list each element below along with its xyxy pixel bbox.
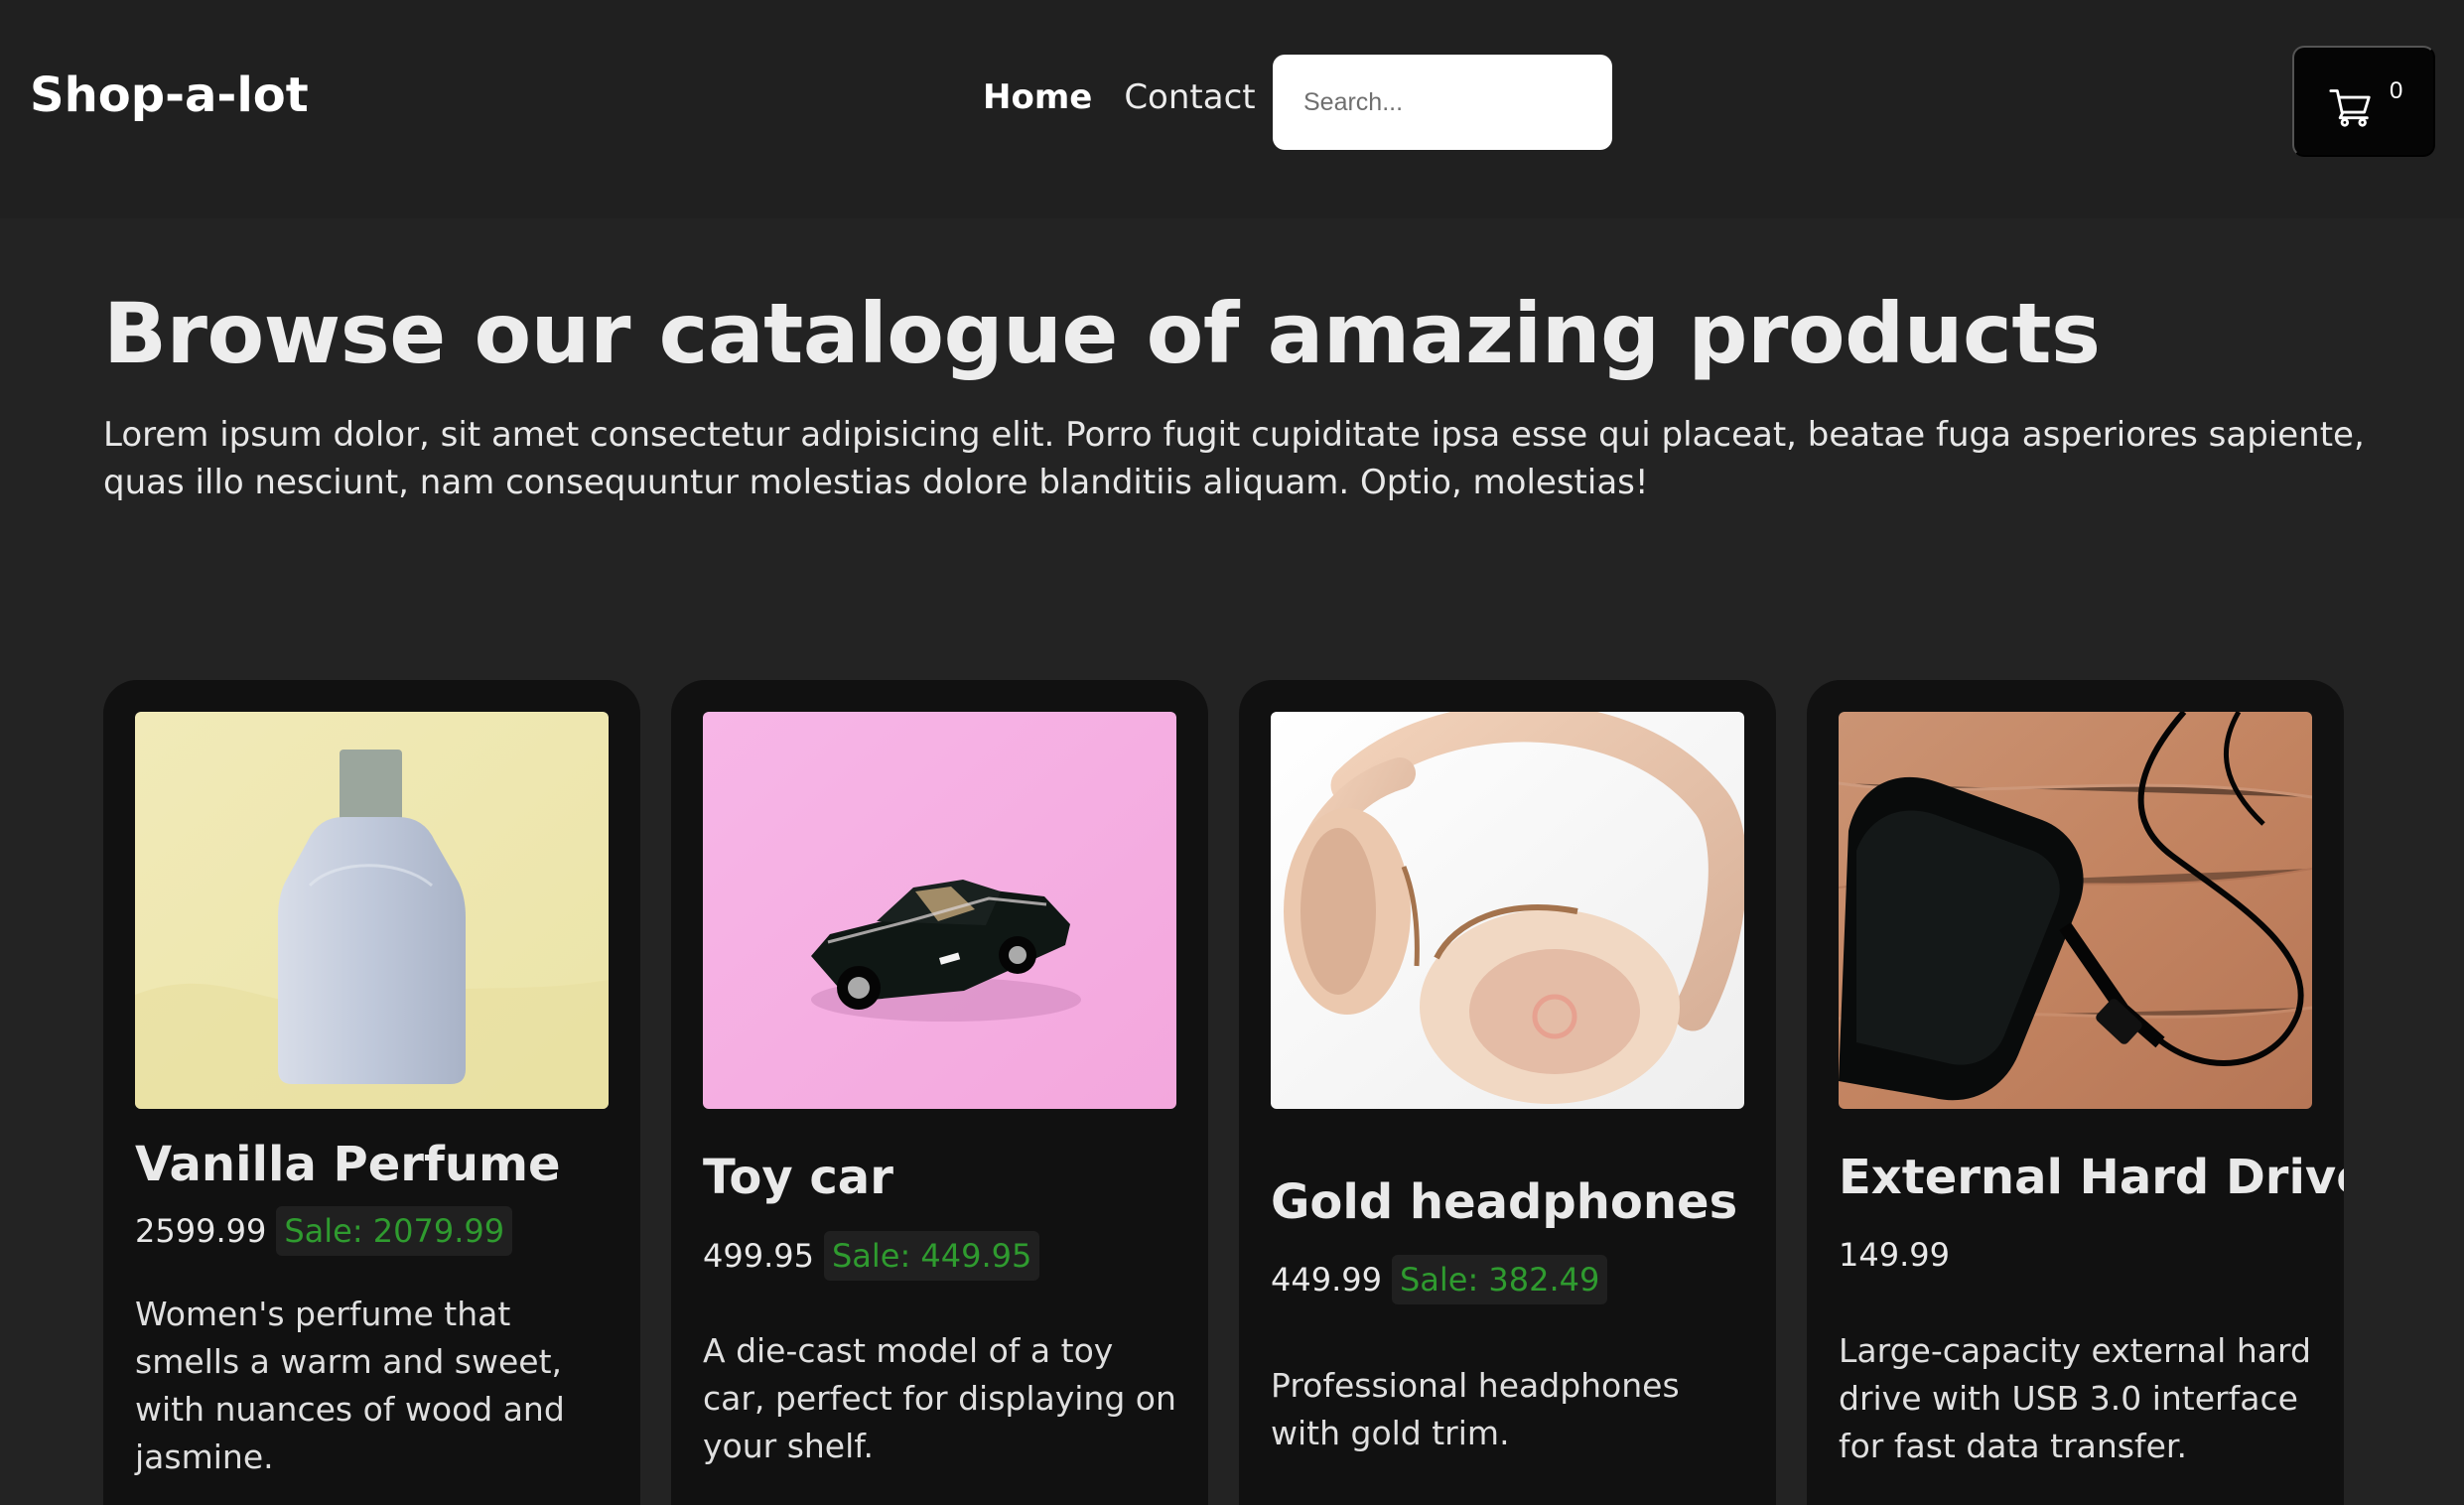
perfume-bottle-illustration	[135, 712, 609, 1109]
toy-car-illustration	[703, 712, 1176, 1109]
contact-link[interactable]: Contact	[1124, 77, 1255, 117]
regular-price: 499.95	[703, 1237, 814, 1275]
price-row: 449.99 Sale: 382.49	[1271, 1255, 1608, 1304]
product-description: Women's perfume that smells a warm and s…	[135, 1295, 565, 1476]
product-card-toy-car[interactable]: Toy car 499.95 Sale: 449.95 A die-cast m…	[671, 680, 1208, 1505]
cart-icon	[2329, 89, 2371, 127]
price-row: 2599.99 Sale: 2079.99	[135, 1206, 513, 1256]
perfume-bottle-image[interactable]	[135, 712, 609, 1109]
external-hard-drive-illustration	[1839, 712, 2312, 1109]
sale-price-badge: Sale: 2079.99	[276, 1206, 513, 1256]
cart-button[interactable]: 0	[2292, 46, 2435, 157]
toy-car-image[interactable]	[703, 712, 1176, 1109]
product-name[interactable]: Gold headphones	[1271, 1176, 1737, 1229]
hero-section: Browse our catalogue of amazing products…	[103, 290, 2377, 506]
shop-page: Shop-a-lot Home Contact 0 Browse our cat…	[0, 0, 2464, 1505]
product-description: A die-cast model of a toy car, perfect f…	[703, 1331, 1176, 1465]
product-name[interactable]: External Hard Drive	[1839, 1152, 2344, 1204]
main-navigation: Home Contact	[983, 77, 1256, 117]
home-link[interactable]: Home	[983, 77, 1092, 117]
gold-headphones-image[interactable]	[1271, 712, 1744, 1109]
regular-price: 2599.99	[135, 1212, 267, 1250]
page-title: Browse our catalogue of amazing products	[103, 285, 2101, 382]
price-row: 149.99	[1839, 1236, 1950, 1274]
sale-price-badge: Sale: 382.49	[1391, 1255, 1608, 1304]
sale-price-badge: Sale: 449.95	[823, 1231, 1040, 1281]
brand-logo[interactable]: Shop-a-lot	[30, 68, 309, 123]
site-header: Shop-a-lot Home Contact 0	[0, 0, 2464, 218]
search-input[interactable]	[1273, 55, 1612, 150]
price-row: 499.95 Sale: 449.95	[703, 1231, 1040, 1281]
gold-headphones-illustration	[1271, 712, 1744, 1109]
product-description: Professional headphones with gold trim.	[1271, 1366, 1680, 1452]
product-name[interactable]: Toy car	[703, 1152, 893, 1204]
product-card-gold-headphones[interactable]: Gold headphones 449.99 Sale: 382.49 Prof…	[1239, 680, 1776, 1505]
product-name[interactable]: Vanilla Perfume	[135, 1139, 561, 1191]
product-card-external-hard-drive[interactable]: External Hard Drive 149.99 Large-capacit…	[1807, 680, 2344, 1505]
regular-price: 449.99	[1271, 1261, 1382, 1299]
external-hard-drive-image[interactable]	[1839, 712, 2312, 1109]
product-card-vanilla-perfume[interactable]: Vanilla Perfume 2599.99 Sale: 2079.99 Wo…	[103, 680, 640, 1505]
cart-count: 0	[2390, 77, 2403, 104]
regular-price: 149.99	[1839, 1236, 1950, 1274]
hero-description: Lorem ipsum dolor, sit amet consectetur …	[103, 415, 2365, 503]
product-grid: Vanilla Perfume 2599.99 Sale: 2079.99 Wo…	[103, 680, 2345, 1505]
product-description: Large-capacity external hard drive with …	[1839, 1331, 2311, 1465]
